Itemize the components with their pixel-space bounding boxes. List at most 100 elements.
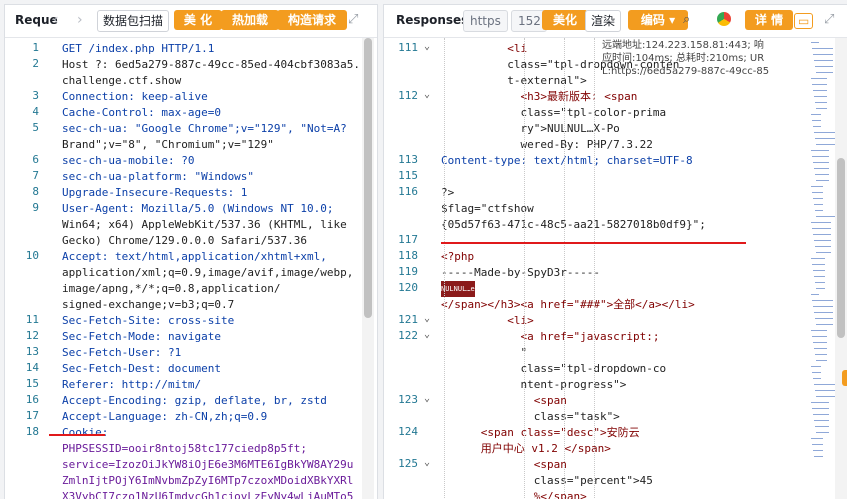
beautify-button[interactable]: 美 化 <box>174 10 222 30</box>
minimap-line <box>813 306 833 307</box>
minimap-line <box>814 384 835 385</box>
chrome-icon[interactable] <box>717 12 731 26</box>
indent-guide <box>524 38 525 499</box>
expand-icon[interactable]: ⤢ <box>348 10 358 30</box>
code-line: Host ?: 6ed5a279-887c-49cc-85ed-404cbf30… <box>62 58 361 71</box>
minimap-line <box>816 180 829 181</box>
comment-icon[interactable]: ▭ <box>794 13 814 29</box>
minimap-line <box>813 414 829 415</box>
minimap-line <box>815 246 831 247</box>
minimap-line <box>812 156 829 157</box>
line-number: 13 <box>25 345 39 358</box>
code-line: application/xml;q=0.9,image/avif,image/w… <box>62 266 354 279</box>
line-number: 8 <box>32 185 39 198</box>
code-line: ?> <box>441 186 455 199</box>
minimap-line <box>811 402 829 403</box>
minimap-line <box>815 102 827 103</box>
side-handle[interactable] <box>842 370 847 386</box>
hot-load-button[interactable]: 热加载 <box>221 10 279 30</box>
minimap-line <box>813 90 827 91</box>
minimap-line <box>815 174 829 175</box>
minimap-line <box>811 366 821 367</box>
code-line: image/apng,*/*;q=0.8,application/ <box>62 282 281 295</box>
minimap-line <box>815 426 829 427</box>
forward-icon[interactable]: › <box>77 10 83 30</box>
packet-scan-button[interactable]: 数据包扫描 <box>97 10 170 32</box>
minimap-line <box>812 48 833 49</box>
indent-guide <box>564 38 565 499</box>
code-line: wered-By: PHP/7.3.22 <box>441 138 653 151</box>
fold-chevron-icon[interactable]: ⌄ <box>424 393 430 404</box>
tooltip-line: 应时间:104ms; 总耗时:210ms; UR <box>602 53 765 64</box>
response-scrollbar[interactable] <box>835 38 847 499</box>
minimap-line <box>816 108 827 109</box>
fold-chevron-icon[interactable]: ⌄ <box>424 89 430 100</box>
tooltip-line: L:https://6ed5a279-887c-49cc-85 <box>602 66 770 77</box>
response-editor[interactable]: 111 ⌄ <li class="tpl-dropdown-conten t-ex… <box>384 38 847 499</box>
code-line: Win64; x64) AppleWebKit/537.36 (KHTML, l… <box>62 218 347 231</box>
build-request-button[interactable]: 构造请求 <box>277 10 347 30</box>
response-title: Responses <box>396 13 469 27</box>
code-line: $flag="ctfshow <box>441 202 534 215</box>
minimap-line <box>816 396 835 397</box>
code-line: Sec-Fetch-Mode: navigate <box>62 330 221 343</box>
code-line: Content-type: text/html; charset=UTF-8 <box>441 154 693 167</box>
search-icon[interactable]: ⌕ <box>683 10 690 30</box>
code-line: class="task"> <box>441 410 620 423</box>
minimap-line <box>813 378 821 379</box>
code-line: Gecko) Chrome/129.0.0.0 Safari/537.36 <box>62 234 308 247</box>
request-editor[interactable]: 1 GET /index.php HTTP/1.1 2 Host ?: 6ed5a27… <box>5 38 377 499</box>
response-minimap[interactable] <box>811 38 837 499</box>
minimap-line <box>811 150 829 151</box>
line-number: 4 <box>32 105 39 118</box>
code-line: User-Agent: Mozilla/5.0 (Windows NT 10.0… <box>62 202 334 215</box>
minimap-line <box>815 390 835 391</box>
line-number: 15 <box>25 377 39 390</box>
response-beautify-button[interactable]: 美化 <box>542 10 588 30</box>
minimap-line <box>815 282 825 283</box>
encode-label: 编码 <box>640 13 665 27</box>
code-line: Accept-Language: zh-CN,zh;q=0.9 <box>62 410 268 423</box>
fold-chevron-icon[interactable]: ⌄ <box>424 457 430 468</box>
indent-guide <box>594 38 595 499</box>
line-number: 3 <box>32 89 39 102</box>
line-number: 121 <box>398 313 418 326</box>
encode-dropdown[interactable]: 编码 ▾ <box>628 10 688 30</box>
response-scroll-thumb[interactable] <box>837 158 845 338</box>
fold-chevron-icon[interactable]: ⌄ <box>424 41 430 52</box>
minimap-line <box>812 192 823 193</box>
code-line: Accept: text/html,application/xhtml+xml, <box>62 250 327 263</box>
code-line: {05d57f63-471c-48c5-aa21-5827018b0df9}"; <box>441 218 706 231</box>
request-scroll-thumb[interactable] <box>364 38 372 318</box>
line-number: 6 <box>32 153 39 166</box>
code-line: Referer: http://mitm/ <box>62 378 202 391</box>
back-icon[interactable]: ‹ <box>53 10 59 30</box>
code-line: service=IzozOiJkYW8iOjE6e3M6MTE6IgBkYW8A… <box>62 458 354 471</box>
code-line: class="tpl-color-prima <box>441 106 667 119</box>
request-scrollbar[interactable] <box>362 38 374 499</box>
line-number: 125 <box>398 457 418 470</box>
line-number: 119 <box>398 265 418 278</box>
code-line: sec-ch-ua-platform: "Windows" <box>62 170 255 183</box>
minimap-line <box>814 168 829 169</box>
minimap-line <box>812 120 821 121</box>
minimap-line <box>816 72 833 73</box>
line-number: 14 <box>25 361 39 374</box>
code-line: <span <box>441 458 567 471</box>
fold-chevron-icon[interactable]: ⌄ <box>424 313 430 324</box>
detail-button[interactable]: 详 情 <box>745 10 793 30</box>
code-line: sec-ch-ua: "Google Chrome";v="129", "Not… <box>62 122 347 135</box>
fold-chevron-icon[interactable]: ⌄ <box>424 329 430 340</box>
minimap-line <box>812 228 831 229</box>
minimap-line <box>813 342 827 343</box>
minimap-line <box>814 420 829 421</box>
response-expand-icon[interactable]: ⤢ <box>824 10 834 30</box>
code-line: Brand";v="8", "Chromium";v="129" <box>62 138 274 151</box>
code-line: <li <box>441 42 528 55</box>
render-button[interactable]: 渲染 <box>585 10 622 32</box>
code-line: Connection: keep-alive <box>62 90 208 103</box>
request-toolbar: Reque ‹ › 数据包扫描 美 化 热加载 构造请求 ⤢ <box>5 5 377 38</box>
minimap-line <box>811 186 823 187</box>
minimap-line <box>814 204 823 205</box>
minimap-line <box>813 198 823 199</box>
